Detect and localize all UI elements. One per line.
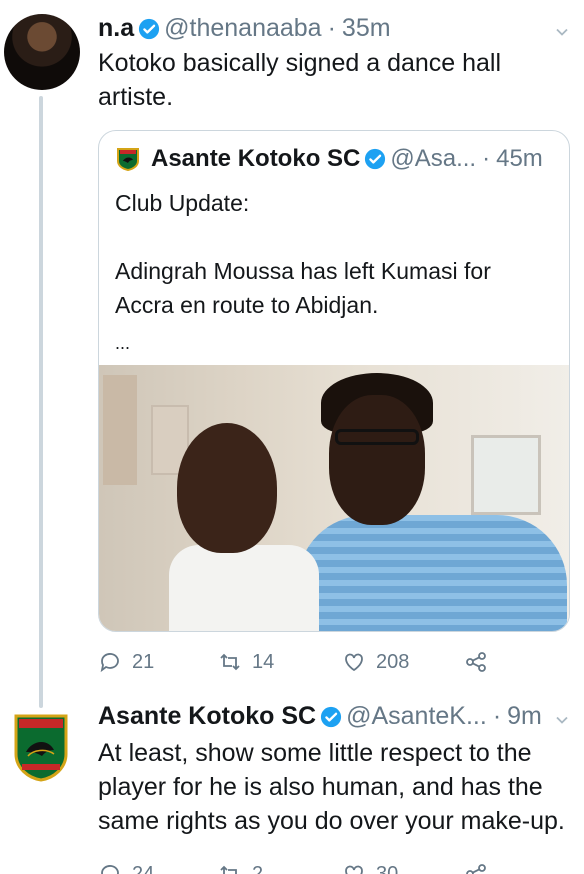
timestamp[interactable]: 9m (507, 702, 542, 731)
chevron-down-icon[interactable] (554, 24, 570, 40)
share-icon (466, 652, 486, 672)
separator-dot: · (327, 14, 336, 42)
display-name[interactable]: Asante Kotoko SC (98, 702, 316, 731)
verified-badge-icon (365, 148, 386, 170)
reply-icon (101, 865, 119, 874)
reply-button[interactable]: 24 (98, 862, 154, 874)
timestamp[interactable]: 35m (342, 14, 391, 43)
thread-line (39, 96, 43, 708)
window (471, 435, 541, 515)
retweet-icon (220, 653, 240, 671)
chevron-down-icon[interactable] (554, 712, 570, 728)
quoted-timestamp[interactable]: 45m (496, 145, 543, 173)
tweet-text: Kotoko basically signed a dance hall art… (98, 46, 501, 114)
like-count: 208 (376, 650, 410, 673)
kotoko-logo[interactable] (14, 712, 68, 782)
person-shirt (297, 515, 567, 631)
share-button[interactable] (464, 862, 498, 874)
quoted-tweet[interactable]: Asante Kotoko SC @Asa... · 45m Club Upda… (98, 130, 570, 632)
person-head (177, 423, 277, 553)
tweet-actions: 21 14 208 (98, 648, 568, 676)
quoted-text-ellipsis: ... (115, 333, 131, 353)
reply-icon (100, 653, 119, 673)
like-button[interactable]: 208 (342, 650, 409, 674)
verified-badge-icon (139, 18, 160, 39)
tweet-text-line: same rights as you do over your make-up. (98, 807, 565, 835)
tweet-text: At least, show some little respect to th… (98, 736, 565, 838)
quoted-text-line: Adingrah Moussa has left Kumasi for (115, 258, 491, 284)
verified-badge-icon (321, 706, 342, 727)
quoted-tweet-header: Asante Kotoko SC @Asa... · 45m (117, 145, 543, 173)
tweet-actions: 24 2 30 (98, 860, 568, 874)
separator-dot: · (492, 702, 502, 730)
like-icon (345, 653, 363, 672)
tweet-photo[interactable] (99, 365, 569, 631)
share-button[interactable] (464, 650, 498, 674)
quoted-text-line: Club Update: (115, 190, 250, 216)
separator-dot: · (482, 145, 491, 172)
reply-button[interactable]: 21 (98, 650, 154, 674)
handle[interactable]: @thenanaaba (164, 14, 321, 43)
tweet-text-line: Kotoko basically signed a dance hall (98, 49, 502, 77)
retweet-button[interactable]: 2 (218, 862, 263, 874)
reply-count: 24 (132, 862, 155, 874)
quoted-handle[interactable]: @Asa... (390, 145, 476, 173)
display-name[interactable]: n.a (98, 14, 134, 43)
kotoko-logo (117, 148, 139, 171)
tweet-text-line: artiste. (98, 83, 174, 111)
tweet-header: n.a @thenanaaba · 35m (98, 14, 391, 43)
retweet-button[interactable]: 14 (218, 650, 274, 674)
like-button[interactable]: 30 (342, 862, 398, 874)
handle[interactable]: @AsanteK... (346, 702, 487, 731)
retweet-count: 14 (252, 650, 275, 673)
retweet-icon (220, 865, 237, 874)
tweet-text-line: player for he is also human, and has the (98, 773, 543, 801)
avatar[interactable] (4, 14, 80, 90)
person-shirt (169, 545, 319, 631)
reply-count: 21 (132, 650, 155, 673)
quoted-text-line: Accra en route to Abidjan. (115, 292, 379, 318)
person-head (329, 395, 425, 525)
tweet-header: Asante Kotoko SC @AsanteK... · 9m (98, 702, 542, 731)
quoted-display-name[interactable]: Asante Kotoko SC (151, 145, 360, 173)
share-icon (466, 864, 486, 874)
like-icon (345, 865, 363, 874)
glasses (335, 429, 419, 445)
tweet-text-line: At least, show some little respect to th… (98, 739, 532, 767)
retweet-count: 2 (252, 862, 264, 874)
wall-poster (103, 375, 137, 485)
like-count: 30 (376, 862, 399, 874)
